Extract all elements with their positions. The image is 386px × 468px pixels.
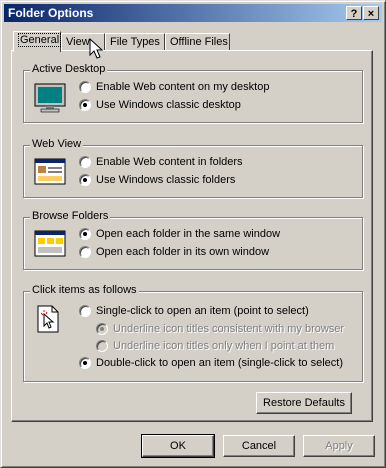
enable-web-folders-radio[interactable] <box>79 156 91 168</box>
classic-folders-radio[interactable] <box>79 174 91 186</box>
restore-defaults-button[interactable]: Restore Defaults <box>256 392 352 414</box>
window-title: Folder Options <box>8 6 94 20</box>
same-window-radio[interactable] <box>79 228 91 240</box>
single-click-radio[interactable] <box>79 305 91 317</box>
folder-options-window: Folder Options ? × General View File Typ… <box>0 0 386 468</box>
browse-folders-group: Browse Folders Open each folder in the s… <box>23 210 363 270</box>
folder-webview-icon <box>34 158 66 185</box>
title-bar[interactable]: Folder Options ? × <box>4 4 382 22</box>
own-window-radio[interactable] <box>79 246 91 258</box>
enable-web-desktop-radio[interactable] <box>79 81 91 93</box>
cancel-button[interactable]: Cancel <box>223 435 295 457</box>
general-tab-panel: Active Desktop Enable Web content on my … <box>11 50 373 422</box>
close-button[interactable]: × <box>363 6 379 20</box>
web-view-group-label: Web View <box>30 138 84 150</box>
desktop-icon <box>34 83 66 113</box>
click-items-group-label: Click items as follows <box>30 284 139 296</box>
classic-desktop-radio[interactable] <box>79 99 91 111</box>
web-view-group: Web View Enable Web content in folders U… <box>23 138 363 198</box>
double-click-radio[interactable] <box>79 357 91 369</box>
underline-point-radio <box>96 340 108 352</box>
browse-folders-group-label: Browse Folders <box>30 210 111 222</box>
underline-consistent-radio <box>96 323 108 335</box>
tab-file-types[interactable]: File Types <box>105 33 165 51</box>
ok-button[interactable]: OK <box>141 434 215 458</box>
mouse-pointer-icon <box>89 38 103 59</box>
click-items-group: Click items as follows Single-click to o… <box>23 284 363 382</box>
active-desktop-group: Active Desktop Enable Web content on my … <box>23 63 363 123</box>
click-pointer-icon <box>37 305 59 333</box>
browse-window-icon <box>34 230 66 257</box>
tab-offline-files[interactable]: Offline Files <box>165 33 230 51</box>
help-button[interactable]: ? <box>346 6 362 20</box>
active-desktop-group-label: Active Desktop <box>30 63 108 75</box>
tab-general[interactable]: General <box>13 31 62 52</box>
apply-button[interactable]: Apply <box>303 435 375 457</box>
